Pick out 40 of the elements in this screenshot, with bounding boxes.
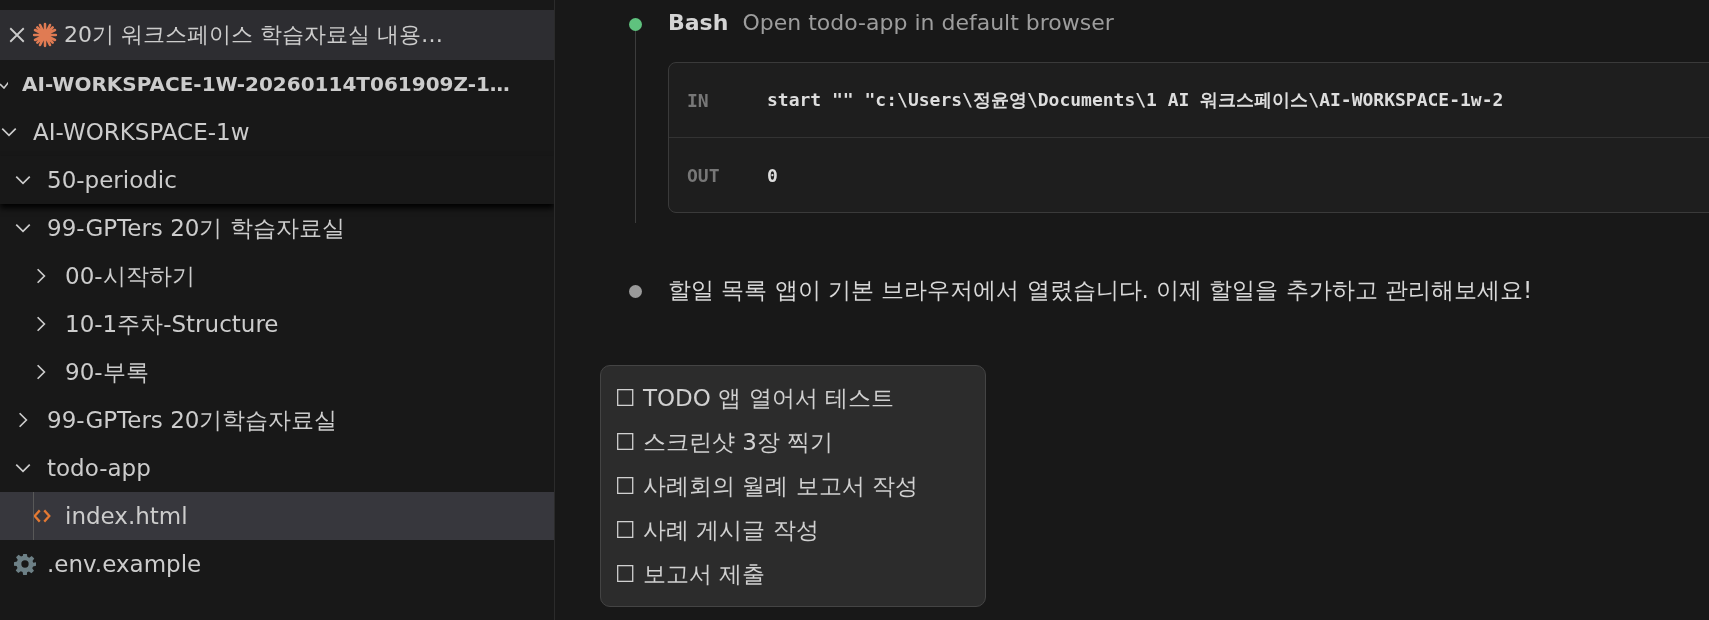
tree-item-label: 50-periodic [47, 167, 177, 193]
tree-item[interactable]: index.html [0, 492, 554, 540]
checklist-item: ☐ 사례 게시글 작성 [615, 516, 820, 545]
tree-item[interactable]: 00-시작하기 [0, 252, 554, 300]
tree-item[interactable]: 10-1주차-Structure [0, 300, 554, 348]
io-value: start "" "c:\Users\정윤영\Documents\1 AI 워크스페이스\AI-WORKSPACE-1w-2 [767, 88, 1504, 112]
io-label: OUT [686, 164, 721, 186]
checklist-item: ☐ 보고서 제출 [615, 560, 767, 589]
tree-item-label: todo-app [47, 455, 151, 481]
tree-item[interactable]: 99-GPTers 20기학습자료실 [0, 396, 554, 444]
tree-item-label: AI-WORKSPACE-1w [33, 119, 250, 145]
tree-item-label: .env.example [47, 551, 202, 577]
editor-tab[interactable]: 20기 워크스페이스 학습자료실 내용… [0, 10, 554, 60]
tree-item-label: 90-부록 [65, 357, 149, 387]
tree-item[interactable]: 90-부록 [0, 348, 554, 396]
tree-item[interactable]: .env.example [0, 540, 554, 588]
message-text: 할일 목록 앱이 기본 브라우저에서 열렸습니다. 이제 할일을 추가하고 관리해보세요! [668, 276, 1534, 305]
workspace-header[interactable]: AI-WORKSPACE-1W-20260114T061909Z-1… [0, 60, 554, 108]
asterisk-icon [32, 22, 58, 48]
checklist-item: ☐ 스크린샷 3장 찍기 [615, 428, 835, 457]
tree-item[interactable]: todo-app [0, 444, 554, 492]
tree-item-label: 99-GPTers 20기학습자료실 [47, 405, 338, 435]
code-icon [32, 507, 52, 525]
tree-item[interactable]: 99-GPTers 20기 학습자료실 [0, 204, 554, 252]
io-value: 0 [767, 164, 778, 186]
gear-icon [14, 553, 36, 575]
checklist-item: ☐ 사례회의 월례 보고서 작성 [615, 472, 919, 501]
close-icon[interactable] [8, 26, 26, 44]
tree-item-label: index.html [65, 503, 188, 529]
checklist-item: ☐ TODO 앱 열어서 테스트 [615, 384, 895, 413]
tree-item-label: 00-시작하기 [65, 261, 195, 291]
tree-item-label: 99-GPTers 20기 학습자료실 [47, 213, 345, 243]
tab-title: 20기 워크스페이스 학습자료실 내용… [64, 21, 443, 49]
tree-item-label: 10-1주차-Structure [65, 309, 279, 339]
tool-name: Bash [668, 10, 729, 35]
io-label: IN [686, 89, 710, 111]
tree-item[interactable]: AI-WORKSPACE-1w [0, 108, 554, 156]
tool-description: Open todo-app in default browser [742, 10, 1114, 35]
chevron-icon [0, 79, 8, 89]
tree-item[interactable]: 50-periodic [0, 156, 554, 204]
